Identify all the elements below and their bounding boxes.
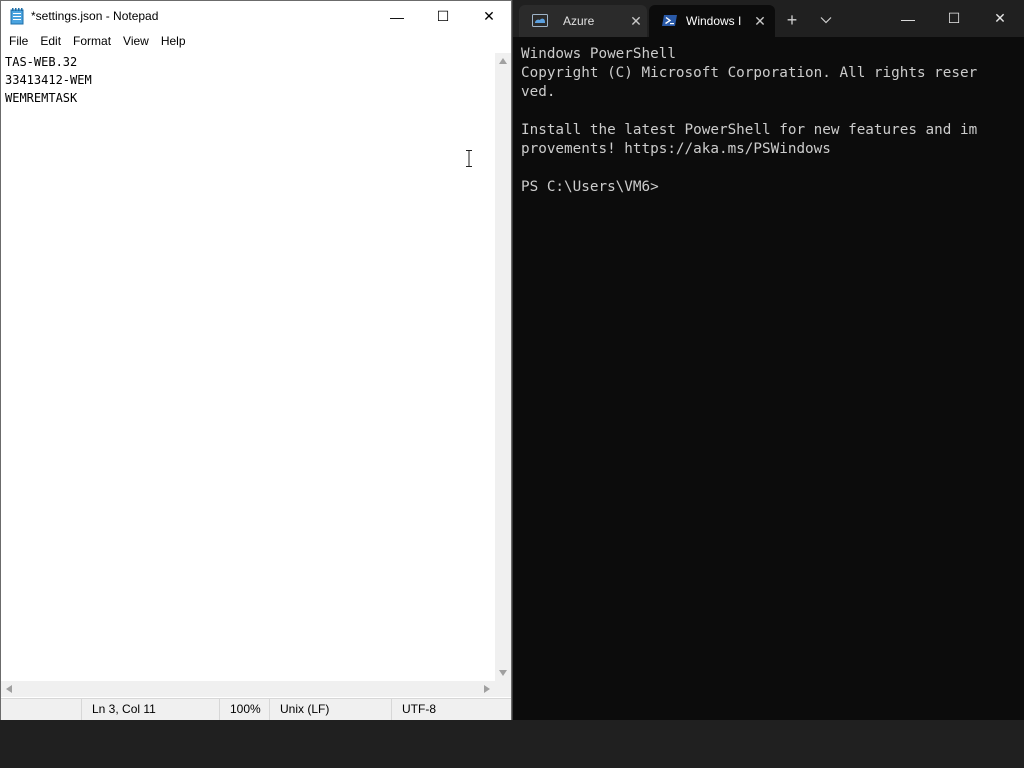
scroll-down-icon[interactable] <box>499 670 507 676</box>
maximize-icon: ☐ <box>947 10 961 26</box>
menu-format[interactable]: Format <box>67 32 117 51</box>
chevron-down-icon <box>820 17 832 24</box>
notepad-window: *settings.json - Notepad — ☐ ✕ File Edit… <box>0 0 512 720</box>
horizontal-scrollbar[interactable] <box>1 681 495 697</box>
scroll-left-icon[interactable] <box>6 685 12 693</box>
status-bar: Ln 3, Col 11 100% Unix (LF) UTF-8 <box>1 698 511 720</box>
maximize-icon: ☐ <box>436 8 450 24</box>
terminal-line: Install the latest PowerShell for new fe… <box>521 122 978 138</box>
line-ending: Unix (LF) <box>269 699 391 720</box>
minimize-icon: — <box>390 8 404 25</box>
menu-file[interactable]: File <box>3 32 34 51</box>
text-editor[interactable]: TAS-WEB.32 33413412-WEM WEMREMTASK <box>1 53 495 681</box>
encoding: UTF-8 <box>391 699 511 720</box>
window-title: *settings.json - Notepad <box>31 9 159 23</box>
tab-dropdown-button[interactable] <box>815 9 837 31</box>
tab-label: Azure <box>563 14 595 28</box>
notepad-icon <box>10 8 24 25</box>
zoom-level: 100% <box>219 699 269 720</box>
text-cursor-icon <box>466 150 472 167</box>
text-line: 33413412-WEM <box>5 73 92 87</box>
scroll-up-icon[interactable] <box>499 58 507 64</box>
vertical-scrollbar[interactable] <box>495 53 511 681</box>
powershell-icon <box>662 15 677 26</box>
close-tab-icon[interactable]: ✕ <box>751 12 769 30</box>
maximize-button[interactable]: ☐ <box>420 1 466 32</box>
cursor-position: Ln 3, Col 11 <box>81 699 219 720</box>
menu-view[interactable]: View <box>117 32 155 51</box>
terminal-line: ved. <box>521 84 556 100</box>
terminal-line: provements! https://aka.ms/PSWindows <box>521 141 831 157</box>
terminal-prompt: PS C:\Users\VM6> <box>521 179 659 195</box>
minimize-icon: — <box>901 10 915 27</box>
close-icon: ✕ <box>994 10 1006 26</box>
menu-help[interactable]: Help <box>155 32 192 51</box>
text-line: TAS-WEB.32 <box>5 55 78 69</box>
tab-windows-powershell[interactable]: Windows I ✕ <box>649 5 775 37</box>
scrollbar-corner <box>495 681 511 697</box>
terminal-line: Copyright (C) Microsoft Corporation. All… <box>521 65 978 81</box>
tab-azure[interactable]: Azure ✕ <box>519 5 647 37</box>
close-tab-icon[interactable]: ✕ <box>627 12 645 30</box>
terminal-output[interactable]: Windows PowerShell Copyright (C) Microso… <box>521 45 1011 197</box>
azure-cloud-shell-icon <box>532 14 548 27</box>
close-icon: ✕ <box>483 8 495 24</box>
minimize-button[interactable]: — <box>885 0 931 37</box>
scroll-right-icon[interactable] <box>484 685 490 693</box>
text-line: WEMREMTASK <box>5 91 78 105</box>
menu-bar: File Edit Format View Help <box>1 32 511 51</box>
tab-bar[interactable]: Azure ✕ Windows I ✕ + — ☐ ✕ <box>513 0 1024 37</box>
minimize-button[interactable]: — <box>374 1 420 32</box>
notepad-titlebar[interactable]: *settings.json - Notepad — ☐ ✕ <box>1 1 511 32</box>
desktop-background <box>0 720 1024 768</box>
terminal-line: Windows PowerShell <box>521 46 676 62</box>
plus-icon: + <box>786 9 798 30</box>
close-button[interactable]: ✕ <box>977 0 1023 37</box>
menu-edit[interactable]: Edit <box>34 32 67 51</box>
close-button[interactable]: ✕ <box>466 1 512 32</box>
new-tab-button[interactable]: + <box>781 9 803 31</box>
tab-label: Windows I <box>686 14 742 28</box>
terminal-window: Azure ✕ Windows I ✕ + — ☐ ✕ Windows Powe… <box>512 0 1024 720</box>
maximize-button[interactable]: ☐ <box>931 0 977 37</box>
